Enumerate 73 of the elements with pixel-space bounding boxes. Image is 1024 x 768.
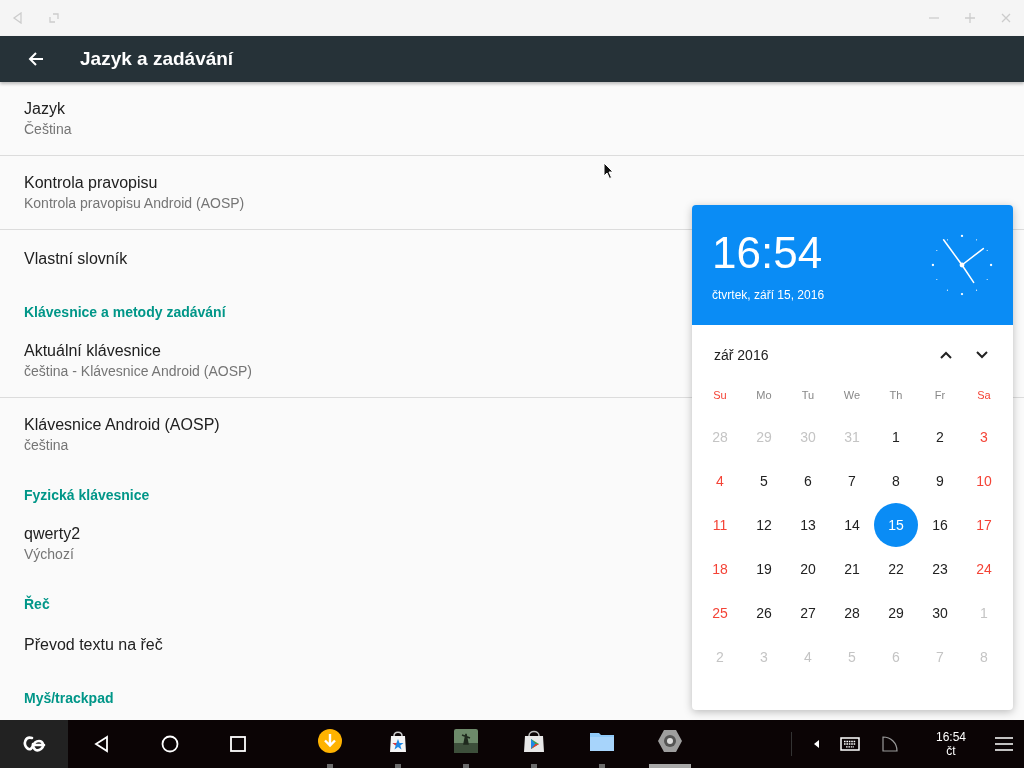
clock-day: čt <box>946 744 956 758</box>
weekday-label: We <box>843 388 861 403</box>
caret-left-icon[interactable] <box>813 740 820 748</box>
back-arrow-icon[interactable] <box>28 51 44 67</box>
item-title[interactable]: Vlastní slovník <box>24 250 128 268</box>
item-summary: Výchozí <box>24 546 74 562</box>
calendar-day[interactable]: 22 <box>874 547 918 591</box>
calendar-day[interactable]: 28 <box>830 591 874 635</box>
weekday-label: Tu <box>801 388 815 403</box>
weekday-label: Th <box>889 388 903 403</box>
calendar-day[interactable]: 18 <box>698 547 742 591</box>
settings-icon[interactable] <box>657 728 683 754</box>
calendar-day[interactable]: 20 <box>786 547 830 591</box>
start-button[interactable] <box>0 720 68 768</box>
calendar-day[interactable]: 9 <box>918 459 962 503</box>
taskbar-clock[interactable]: 16:54 čt <box>935 730 966 758</box>
mouse-pointer-icon <box>603 162 615 180</box>
keyboard-icon[interactable] <box>839 736 860 752</box>
section-header: Řeč <box>24 596 50 612</box>
item-summary: Čeština <box>24 121 72 137</box>
menu-icon[interactable] <box>994 736 1014 752</box>
time-display: 16:54 <box>712 228 824 278</box>
calendar-day[interactable]: 27 <box>786 591 830 635</box>
calendar-day[interactable]: 23 <box>918 547 962 591</box>
calendar-day[interactable]: 7 <box>830 459 874 503</box>
item-title[interactable]: Jazyk <box>24 100 65 118</box>
item-title[interactable]: Klávesnice Android (AOSP) <box>24 416 220 434</box>
item-title[interactable]: Převod textu na řeč <box>24 636 163 654</box>
month-label: zář 2016 <box>714 347 770 363</box>
item-title[interactable]: Aktuální klávesnice <box>24 342 161 360</box>
calendar-day[interactable]: 24 <box>962 547 1006 591</box>
weekday-label: Su <box>713 388 727 403</box>
section-header: Myš/trackpad <box>24 690 114 706</box>
calendar-day[interactable]: 5 <box>742 459 786 503</box>
calendar-day[interactable]: 25 <box>698 591 742 635</box>
calendar-day[interactable]: 17 <box>962 503 1006 547</box>
item-title[interactable]: qwerty2 <box>24 525 81 543</box>
calendar-day[interactable]: 4 <box>698 459 742 503</box>
calendar-day[interactable]: 14 <box>830 503 874 547</box>
calendar-day[interactable]: 11 <box>698 503 742 547</box>
item-summary: čeština - Klávesnice Android (AOSP) <box>24 363 252 379</box>
page-title: Jazyk a zadávání <box>80 48 234 70</box>
calendar-day[interactable]: 12 <box>742 503 786 547</box>
calendar-day[interactable]: 1 <box>874 415 918 459</box>
item-summary: Kontrola pravopisu Android (AOSP) <box>24 195 245 211</box>
calendar-day[interactable]: 26 <box>742 591 786 635</box>
calendar-day[interactable]: 16 <box>918 503 962 547</box>
home-icon[interactable] <box>160 734 180 754</box>
calendar-day[interactable]: 3 <box>962 415 1006 459</box>
calendar-day[interactable]: 6 <box>786 459 830 503</box>
weekday-label: Mo <box>756 388 772 403</box>
clock-time: 16:54 <box>935 730 966 744</box>
game-picture-icon[interactable] <box>453 728 479 754</box>
weekday-label: Fr <box>934 388 946 403</box>
calendar-day[interactable]: 13 <box>786 503 830 547</box>
section-header: Klávesnice a metody zadávání <box>24 304 226 320</box>
calendar-day[interactable]: 30 <box>918 591 962 635</box>
play-bag-icon[interactable] <box>521 728 547 754</box>
calendar-day[interactable]: 2 <box>918 415 962 459</box>
recents-icon[interactable] <box>228 734 248 754</box>
date-display: čtvrtek, září 15, 2016 <box>712 288 826 302</box>
calendar-day[interactable]: 21 <box>830 547 874 591</box>
calendar-day[interactable]: 10 <box>962 459 1006 503</box>
download-icon[interactable] <box>317 728 343 754</box>
item-title[interactable]: Kontrola pravopisu <box>24 174 158 192</box>
calendar-day[interactable]: 29 <box>874 591 918 635</box>
section-header: Fyzická klávesnice <box>24 487 150 503</box>
logo-icon <box>21 734 47 754</box>
calendar-day[interactable]: 19 <box>742 547 786 591</box>
weekday-label: Sa <box>977 388 991 403</box>
calendar-day[interactable]: 8 <box>874 459 918 503</box>
item-summary: čeština <box>24 437 69 453</box>
analog-clock-icon <box>931 234 993 296</box>
